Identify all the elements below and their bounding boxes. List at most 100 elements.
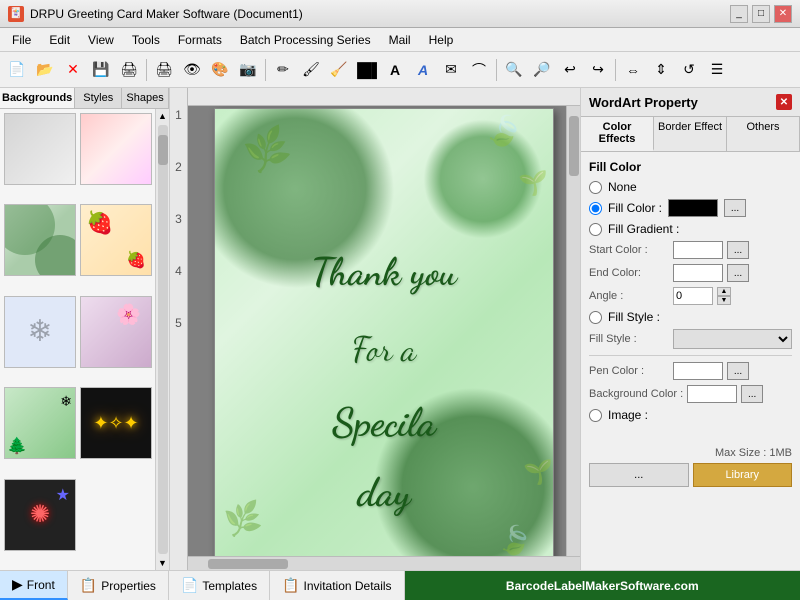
- greeting-card[interactable]: 🌿 🍃 🌱 🌿 🍃 🌱 Thank you For a Specila day: [214, 108, 554, 568]
- zoom-out-button[interactable]: 🔎: [529, 57, 555, 83]
- new-button[interactable]: 📄: [4, 57, 30, 83]
- titlebar-left: 🃏 DRPU Greeting Card Maker Software (Doc…: [8, 6, 303, 22]
- status-tab-invitation[interactable]: 📋 Invitation Details: [270, 571, 404, 600]
- menu-help[interactable]: Help: [421, 31, 462, 49]
- status-tab-front[interactable]: ▶ Front: [0, 571, 68, 600]
- import-button[interactable]: 📷: [235, 57, 261, 83]
- pen-color-dots-button[interactable]: ...: [727, 362, 749, 380]
- angle-down-button[interactable]: ▼: [717, 296, 731, 305]
- library-button[interactable]: Library: [693, 463, 793, 487]
- panel-scrollbar[interactable]: ▲ ▼: [155, 109, 169, 570]
- tab-others[interactable]: Others: [727, 117, 800, 151]
- thumb-3[interactable]: [4, 204, 76, 276]
- canvas-hscrollbar[interactable]: [188, 556, 580, 570]
- end-color-swatch[interactable]: [673, 264, 723, 282]
- toolbar-sep2: [265, 59, 266, 81]
- maximize-button[interactable]: □: [752, 5, 770, 23]
- menu-formats[interactable]: Formats: [170, 31, 230, 49]
- menu-view[interactable]: View: [80, 31, 122, 49]
- angle-input[interactable]: [673, 287, 713, 305]
- thumb-4[interactable]: 🍓 🍓: [80, 204, 152, 276]
- card-text-line1: Thank you: [215, 249, 553, 295]
- thumb-2[interactable]: [80, 113, 152, 185]
- brush-button[interactable]: 🖌: [298, 57, 324, 83]
- scroll-up-arrow[interactable]: ▲: [156, 109, 169, 123]
- menu-tools[interactable]: Tools: [124, 31, 168, 49]
- fill-color-dots-button[interactable]: ...: [724, 199, 746, 217]
- curve-button[interactable]: ⌒: [466, 57, 492, 83]
- radio-fill-color[interactable]: [589, 202, 602, 215]
- print-button[interactable]: 🖨: [151, 57, 177, 83]
- tab-backgrounds[interactable]: Backgrounds: [0, 88, 75, 108]
- save-as-button[interactable]: 🖨: [116, 57, 142, 83]
- thumb-5[interactable]: ❄: [4, 296, 76, 368]
- right-panel-close-button[interactable]: ✕: [776, 94, 792, 110]
- thumb-1[interactable]: [4, 113, 76, 185]
- pencil-button[interactable]: ✏: [270, 57, 296, 83]
- thumb-6[interactable]: 🌸: [80, 296, 152, 368]
- angle-up-button[interactable]: ▲: [717, 287, 731, 296]
- sparkle2-icon: ✺: [30, 500, 50, 529]
- radio-fill-style-row: Fill Style :: [589, 310, 792, 324]
- divider1: [589, 355, 792, 356]
- flip-v-button[interactable]: ⇕: [648, 57, 674, 83]
- undo-button[interactable]: ↩: [557, 57, 583, 83]
- dots-action-button[interactable]: ...: [589, 463, 689, 487]
- pen-color-swatch[interactable]: [673, 362, 723, 380]
- redo-button[interactable]: ↪: [585, 57, 611, 83]
- menu-file[interactable]: File: [4, 31, 39, 49]
- preview-button[interactable]: 👁: [179, 57, 205, 83]
- start-color-swatch[interactable]: [673, 241, 723, 259]
- radio-none-label: None: [608, 180, 637, 194]
- minimize-button[interactable]: _: [730, 5, 748, 23]
- scroll-down-arrow[interactable]: ▼: [156, 556, 169, 570]
- status-tab-templates[interactable]: 📄 Templates: [169, 571, 270, 600]
- pen-color-label: Pen Color :: [589, 365, 669, 377]
- menu-edit[interactable]: Edit: [41, 31, 78, 49]
- bg-color-swatch[interactable]: [687, 385, 737, 403]
- flip-h-button[interactable]: ⇔: [620, 57, 646, 83]
- wordart-property-header: WordArt Property ✕: [581, 88, 800, 117]
- mail-btn[interactable]: ✉: [438, 57, 464, 83]
- save-button[interactable]: 💾: [88, 57, 114, 83]
- menu-mail[interactable]: Mail: [381, 31, 419, 49]
- eraser-button[interactable]: 🧹: [326, 57, 352, 83]
- thumb-7[interactable]: 🌲 ❄: [4, 387, 76, 459]
- close-file-button[interactable]: ✕: [60, 57, 86, 83]
- barcode-button[interactable]: ▐█▌: [354, 57, 380, 83]
- right-panel-tabs: Color Effects Border Effect Others: [581, 117, 800, 152]
- radio-none[interactable]: [589, 181, 602, 194]
- angle-label: Angle :: [589, 290, 669, 302]
- toolbar-sep3: [496, 59, 497, 81]
- zoom-in-button[interactable]: 🔍: [501, 57, 527, 83]
- tab-shapes[interactable]: Shapes: [122, 88, 169, 108]
- thumb-9[interactable]: ✺ ★: [4, 479, 76, 551]
- menu-batch[interactable]: Batch Processing Series: [232, 31, 379, 49]
- card-text-line4: day: [215, 469, 553, 517]
- titlebar-controls[interactable]: _ □ ✕: [730, 5, 792, 23]
- radio-fill-gradient[interactable]: [589, 223, 602, 236]
- bg-color-dots-button[interactable]: ...: [741, 385, 763, 403]
- toolbar-sep4: [615, 59, 616, 81]
- canvas-vscrollbar[interactable]: [566, 106, 580, 556]
- fill-style-select[interactable]: [673, 329, 792, 349]
- tab-color-effects[interactable]: Color Effects: [581, 117, 654, 151]
- status-tab-properties[interactable]: 📋 Properties: [68, 571, 169, 600]
- app-icon: 🃏: [8, 6, 24, 22]
- end-color-dots-button[interactable]: ...: [727, 264, 749, 282]
- close-button[interactable]: ✕: [774, 5, 792, 23]
- align-button[interactable]: ☰: [704, 57, 730, 83]
- radio-fill-style[interactable]: [589, 311, 602, 324]
- design-button[interactable]: 🎨: [207, 57, 233, 83]
- canvas-area: 12345 🌿 🍃 🌱 🌿 🍃 🌱 Thank you For a Specil…: [170, 88, 580, 570]
- thumb-8[interactable]: ✦✧✦: [80, 387, 152, 459]
- tab-border-effect[interactable]: Border Effect: [654, 117, 727, 151]
- rotate-button[interactable]: ↺: [676, 57, 702, 83]
- start-color-dots-button[interactable]: ...: [727, 241, 749, 259]
- fill-color-swatch[interactable]: [668, 199, 718, 217]
- open-button[interactable]: 📂: [32, 57, 58, 83]
- tab-styles[interactable]: Styles: [75, 88, 122, 108]
- radio-image[interactable]: [589, 409, 602, 422]
- wordart-button[interactable]: A: [410, 57, 436, 83]
- text-button[interactable]: A: [382, 57, 408, 83]
